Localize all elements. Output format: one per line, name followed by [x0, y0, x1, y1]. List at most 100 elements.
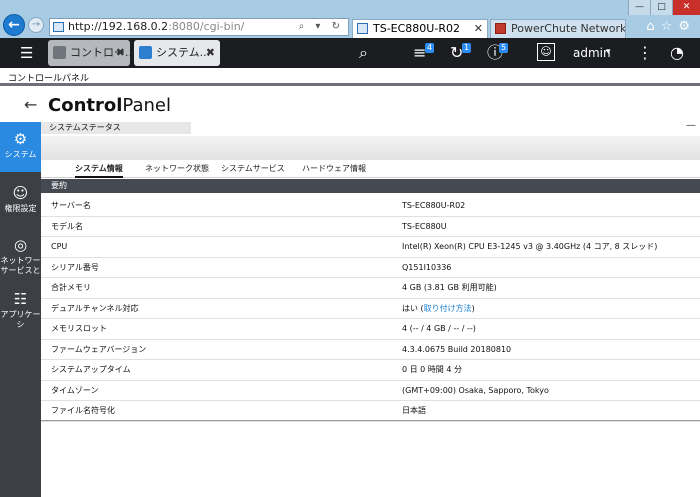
section-title-bar: システムステータス — — [41, 120, 700, 136]
row-value: Q151I10336 — [402, 262, 452, 272]
browser-toolbar-icons: ⌂☆⚙ — [646, 19, 696, 34]
row-value: Intel(R) Xeon(R) CPU E3-1245 v3 @ 3.40GH… — [402, 242, 658, 251]
table-row: モデル名 TS-EC880U — [41, 217, 700, 237]
tab-network-status[interactable]: ネットワーク状態 — [145, 164, 209, 174]
sidebar-item-label: 権限設定 — [4, 204, 37, 213]
row-value-close: ) — [471, 303, 475, 313]
page-title: ControlPanel — [48, 95, 171, 116]
maximize-button[interactable]: □ — [650, 0, 672, 15]
row-key: ファームウェアバージョン — [51, 344, 147, 354]
title-light: Panel — [122, 95, 171, 116]
table-row: ファイル名符号化 日本語 — [41, 401, 700, 422]
tasks-badge: 4 — [425, 43, 435, 53]
user-menu-caret-icon[interactable]: ▾ — [606, 47, 611, 57]
system-status-panel: システムステータス — システム情報 ネットワーク状態 システムサービス ハード… — [41, 120, 700, 497]
minimize-button[interactable]: — — [628, 0, 650, 15]
table-row: CPU Intel(R) Xeon(R) CPU E3-1245 v3 @ 3.4… — [41, 237, 700, 258]
site-icon — [53, 22, 64, 32]
sidebar-item-privilege[interactable]: ☺ 権限設定 — [0, 184, 41, 214]
globe-icon: ◎ — [13, 236, 28, 254]
tab-favicon-icon — [495, 23, 506, 34]
user-icon: ☺ — [12, 184, 29, 202]
gear-icon: ⚙ — [13, 130, 28, 148]
control-panel-header: ← ControlPanel — [0, 90, 700, 122]
browser-forward-button[interactable]: → — [28, 17, 44, 33]
favorites-star-icon[interactable]: ☆ — [661, 19, 679, 34]
table-row: ファームウェアバージョン 4.3.4.0675 Build 20180810 — [41, 340, 700, 360]
settings-gear-icon[interactable]: ⚙ — [678, 19, 696, 34]
window-close-button[interactable]: ✕ — [672, 0, 700, 15]
user-avatar-icon[interactable]: ☺ — [537, 43, 555, 61]
table-row: タイムゾーン (GMT+09:00) Osaka, Sapporo, Tokyo — [41, 381, 700, 401]
apps-grid-icon: ☷ — [13, 290, 28, 308]
tab-system-services[interactable]: システムサービス — [221, 164, 285, 174]
main-menu-icon[interactable]: ☰ — [20, 46, 33, 61]
more-options-icon[interactable]: ⋮ — [637, 44, 653, 62]
tab-hardware-info[interactable]: ハードウェア情報 — [302, 164, 366, 174]
qts-top-bar: ☰ コントロー... ✖ システム... ✖ ⌕ ≡ 4 ↻ 1 ⓘ 5 ☺ a… — [0, 38, 700, 68]
table-bottom-border — [41, 420, 700, 421]
row-key: ファイル名符号化 — [51, 406, 115, 415]
row-value: TS-EC880U-R02 — [402, 201, 466, 210]
row-value: (GMT+09:00) Osaka, Sapporo, Tokyo — [402, 385, 549, 395]
window-title: コントロールパネル — [8, 74, 90, 84]
row-value: TS-EC880U — [402, 221, 447, 231]
row-value: 4 GB (3.81 GB 利用可能) — [402, 283, 497, 292]
system-monitor-icon — [139, 46, 152, 59]
events-badge: 1 — [462, 43, 472, 53]
url-host: http://192.168.0.2 — [68, 20, 169, 33]
row-value-text: はい ( — [402, 303, 424, 313]
sidebar-item-label-line2: シ — [16, 320, 25, 329]
row-key: モデル名 — [51, 221, 83, 231]
info-badge: 5 — [499, 43, 509, 53]
section-toolbar — [41, 136, 700, 160]
table-row: メモリスロット 4 (-- / 4 GB / -- / --) — [41, 319, 700, 340]
row-key: タイムゾーン — [51, 385, 99, 395]
app-tab-close-icon[interactable]: ✖ — [206, 40, 215, 66]
row-key: 合計メモリ — [51, 283, 91, 292]
app-tab-control-panel[interactable]: コントロー... ✖ — [48, 40, 130, 66]
section-title: システムステータス — [49, 123, 121, 132]
table-row: システムアップタイム 0 日 0 時間 4 分 — [41, 360, 700, 381]
title-bold: Control — [48, 95, 123, 116]
app-tab-close-icon[interactable]: ✖ — [116, 40, 125, 66]
sidebar-item-label-line1: ネットワー — [0, 256, 41, 265]
search-icon[interactable]: ⌕ — [359, 44, 368, 62]
dashboard-gauge-icon[interactable]: ◔ — [670, 44, 684, 62]
browser-tab-powerchute[interactable]: PowerChute Network Shut... — [490, 19, 626, 38]
tab-close-icon[interactable]: ✕ — [474, 20, 483, 37]
back-arrow-icon[interactable]: ← — [24, 95, 37, 114]
browser-back-button[interactable]: ← — [3, 14, 25, 36]
app-tab-label: システム... — [156, 46, 211, 59]
collapse-icon[interactable]: — — [686, 120, 696, 131]
username[interactable]: admin — [573, 46, 611, 60]
row-key: シリアル番号 — [51, 262, 99, 272]
browser-titlebar: ← → http://192.168.0.2:8080/cgi-bin/ ⌕ ▾… — [0, 0, 700, 38]
sidebar-item-system[interactable]: ⚙ システム — [0, 122, 41, 172]
row-key: CPU — [51, 242, 68, 251]
browser-tab-nas[interactable]: TS-EC880U-R02 ✕ — [352, 19, 488, 38]
control-panel-icon — [53, 46, 66, 59]
row-value: 0 日 0 時間 4 分 — [402, 365, 462, 374]
address-bar[interactable]: http://192.168.0.2:8080/cgi-bin/ ⌕ ▾ ↻ — [49, 18, 349, 36]
sidebar-item-applications[interactable]: ☷ アプリケー シ — [0, 290, 41, 330]
tab-system-info[interactable]: システム情報 — [75, 164, 123, 178]
install-method-link[interactable]: 取り付け方法 — [424, 304, 472, 313]
app-tab-system[interactable]: システム... ✖ — [134, 40, 220, 66]
row-value: 4 (-- / 4 GB / -- / --) — [402, 324, 476, 333]
window-controls: — □ ✕ — [628, 0, 700, 15]
row-key: メモリスロット — [51, 324, 107, 333]
row-key: システムアップタイム — [51, 365, 131, 374]
table-row: デュアルチャンネル対応 はい (取り付け方法) — [41, 299, 700, 319]
sidebar-item-label-line2: サービスと — [0, 266, 41, 275]
url-path: :8080/cgi-bin/ — [168, 20, 245, 33]
sidebar-item-network[interactable]: ◎ ネットワー サービスと — [0, 236, 41, 276]
sidebar-item-label: システム — [4, 150, 37, 159]
category-sidebar: ⚙ システム ☺ 権限設定 ◎ ネットワー サービスと ☷ アプリケー シ — [0, 122, 41, 497]
row-value: 日本語 — [402, 406, 426, 415]
summary-header: 要約 — [41, 179, 700, 193]
row-key: サーバー名 — [51, 201, 91, 210]
info-table: サーバー名 TS-EC880U-R02 モデル名 TS-EC880U CPU Inte… — [41, 196, 700, 422]
address-tools-icon[interactable]: ⌕ ▾ ↻ — [299, 19, 344, 35]
home-icon[interactable]: ⌂ — [646, 19, 660, 34]
